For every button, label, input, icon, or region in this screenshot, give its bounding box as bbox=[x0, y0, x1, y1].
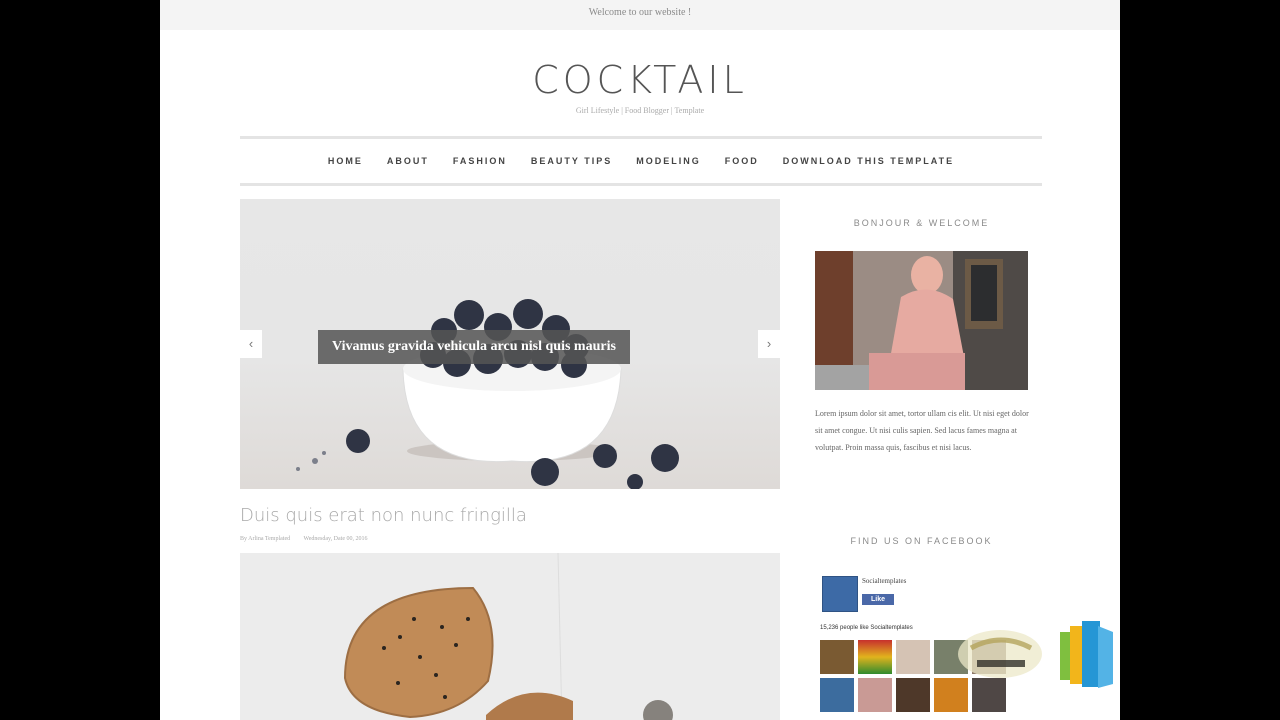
app-logo-icon bbox=[1060, 621, 1113, 688]
fan-avatar[interactable] bbox=[820, 678, 854, 712]
fan-avatar[interactable] bbox=[858, 640, 892, 674]
fan-avatar[interactable] bbox=[858, 678, 892, 712]
nav-about[interactable]: ABOUT bbox=[387, 156, 429, 166]
pastry-image bbox=[240, 553, 780, 720]
slider-next-button[interactable]: › bbox=[758, 330, 780, 358]
site-tagline: Girl Lifestyle | Food Blogger | Template bbox=[575, 106, 705, 115]
nav-beauty-tips[interactable]: BEAUTY TIPS bbox=[531, 156, 612, 166]
post-meta: By Arlina Templated Wednesday, Date 00, … bbox=[240, 536, 380, 542]
slider-prev-button[interactable]: ‹ bbox=[240, 330, 262, 358]
facebook-page-name[interactable]: Socialtemplates bbox=[862, 577, 906, 585]
welcome-text: Welcome to our website ! bbox=[588, 7, 692, 18]
chevron-right-icon: › bbox=[766, 336, 772, 351]
slide-caption[interactable]: Vivamus gravida vehicula arcu nisl quis … bbox=[318, 330, 630, 364]
facebook-like-count: 15,236 people like Socialtemplates bbox=[820, 625, 913, 631]
welcome-widget-title: BONJOUR & WELCOME bbox=[853, 218, 990, 228]
fan-avatar[interactable] bbox=[896, 678, 930, 712]
welcome-bar: Welcome to our website ! bbox=[160, 0, 1120, 30]
nav-modeling[interactable]: MODELING bbox=[636, 156, 701, 166]
main-nav: HOME ABOUT FASHION BEAUTY TIPS MODELING … bbox=[240, 136, 1042, 186]
woman-photo bbox=[815, 251, 1028, 390]
nav-food[interactable]: FOOD bbox=[725, 156, 759, 166]
about-text: Lorem ipsum dolor sit amet, tortor ullam… bbox=[815, 409, 1029, 452]
facebook-page-logo[interactable] bbox=[822, 576, 858, 612]
chevron-left-icon: ‹ bbox=[248, 336, 254, 351]
fan-avatar[interactable] bbox=[820, 640, 854, 674]
post-date: Wednesday, Date 00, 2016 bbox=[303, 536, 368, 542]
blog-page: Welcome to our website ! COCKTAIL Girl L… bbox=[160, 0, 1120, 720]
facebook-like-button[interactable]: Like bbox=[862, 594, 894, 605]
nav-fashion[interactable]: FASHION bbox=[453, 156, 507, 166]
post-title[interactable]: Duis quis erat non nunc fringilla bbox=[240, 505, 527, 526]
site-title[interactable]: COCKTAIL bbox=[160, 58, 1120, 102]
nav-home[interactable]: HOME bbox=[328, 156, 363, 166]
featured-slider[interactable]: Vivamus gravida vehicula arcu nisl quis … bbox=[240, 199, 780, 489]
about-photo bbox=[815, 251, 1028, 390]
watermark-logo bbox=[958, 630, 1042, 678]
post-author[interactable]: By Arlina Templated bbox=[240, 536, 290, 542]
facebook-widget-title: FIND US ON FACEBOOK bbox=[850, 536, 993, 546]
facebook-like-label: Like bbox=[870, 596, 885, 603]
nav-download-template[interactable]: DOWNLOAD THIS TEMPLATE bbox=[783, 156, 954, 166]
post-image[interactable] bbox=[240, 553, 780, 720]
fan-avatar[interactable] bbox=[896, 640, 930, 674]
